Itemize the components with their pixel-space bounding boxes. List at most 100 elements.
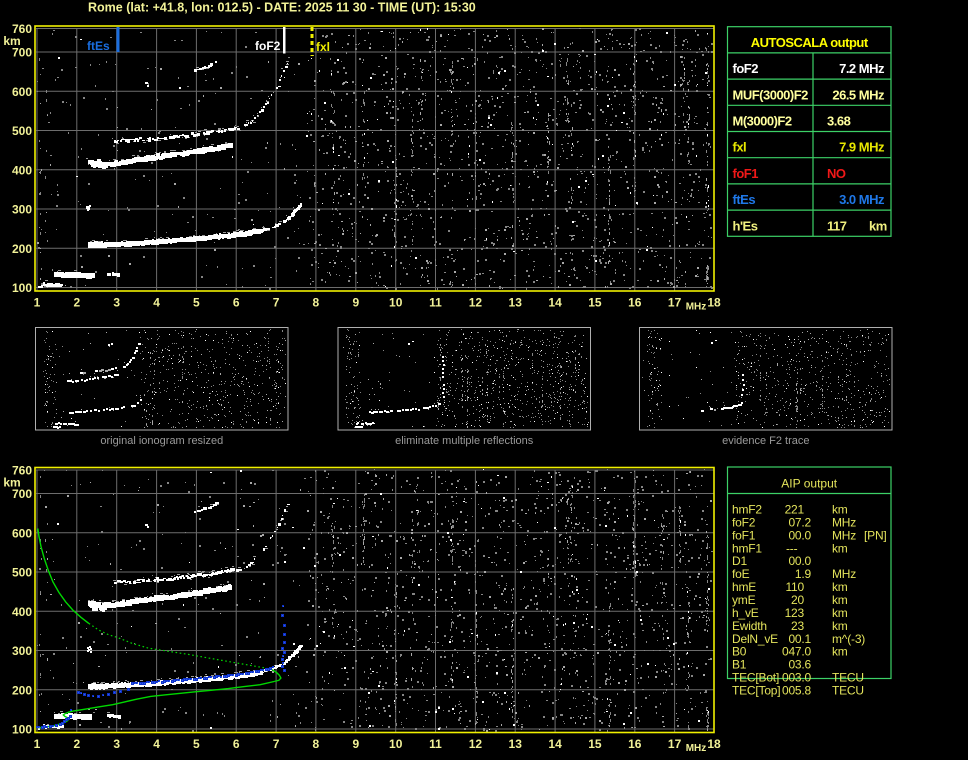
svg-text:eliminate multiple reflections: eliminate multiple reflections: [395, 435, 534, 447]
svg-text:14: 14: [548, 737, 562, 751]
svg-text:MUF(3000)F2: MUF(3000)F2: [733, 87, 809, 102]
svg-text:3: 3: [113, 737, 120, 751]
svg-text:500: 500: [12, 124, 32, 138]
svg-text:4: 4: [153, 296, 160, 310]
svg-text:ymE: ymE: [732, 593, 756, 607]
svg-text:12: 12: [469, 296, 483, 310]
svg-text:3.68: 3.68: [827, 114, 851, 129]
svg-text:km: km: [832, 645, 848, 659]
svg-text:9: 9: [352, 296, 359, 310]
svg-text:foF2: foF2: [733, 61, 759, 76]
svg-text:14: 14: [548, 296, 562, 310]
svg-text:[PN]: [PN]: [864, 528, 887, 542]
svg-text:AIP output: AIP output: [781, 477, 837, 491]
svg-text:hmF2: hmF2: [732, 503, 762, 517]
svg-text:ftEs: ftEs: [87, 39, 110, 53]
svg-text:18: 18: [707, 737, 721, 751]
svg-text:17: 17: [668, 737, 682, 751]
svg-text:km: km: [832, 593, 848, 607]
svg-text:foF2: foF2: [255, 39, 281, 53]
svg-text:ftEs: ftEs: [733, 192, 756, 207]
svg-text:km: km: [832, 606, 848, 620]
svg-text:7: 7: [273, 737, 280, 751]
svg-text:Rome (lat: +41.8, lon: 012.5): Rome (lat: +41.8, lon: 012.5) - DATE: 20…: [88, 1, 476, 15]
svg-text:9: 9: [352, 737, 359, 751]
svg-text:hmE: hmE: [732, 580, 756, 594]
svg-text:00.0: 00.0: [788, 528, 811, 542]
svg-text:h'Es: h'Es: [733, 218, 758, 233]
svg-text:TECU: TECU: [832, 684, 864, 698]
svg-text:M(3000)F2: M(3000)F2: [733, 114, 792, 129]
svg-text:km: km: [3, 475, 20, 489]
svg-text:300: 300: [12, 644, 32, 658]
svg-text:005.8: 005.8: [782, 684, 812, 698]
svg-text:km: km: [3, 34, 20, 48]
svg-text:h_vE: h_vE: [732, 606, 759, 620]
svg-text:foF2: foF2: [732, 515, 756, 529]
svg-text:evidence F2 trace: evidence F2 trace: [722, 435, 809, 447]
svg-text:400: 400: [12, 605, 32, 619]
svg-text:km: km: [832, 541, 848, 555]
svg-text:Ewidth: Ewidth: [732, 619, 767, 633]
svg-text:100: 100: [12, 281, 32, 295]
svg-text:00.1: 00.1: [788, 632, 811, 646]
svg-text:117: 117: [827, 218, 847, 233]
svg-text:221: 221: [785, 503, 805, 517]
svg-text:03.6: 03.6: [788, 658, 811, 672]
svg-text:15: 15: [588, 737, 602, 751]
svg-text:MHz: MHz: [686, 302, 707, 313]
svg-text:foF1: foF1: [732, 528, 756, 542]
svg-text:23: 23: [791, 619, 804, 633]
svg-text:26.5 MHz: 26.5 MHz: [832, 87, 885, 102]
svg-text:2: 2: [73, 737, 80, 751]
svg-text:10: 10: [389, 737, 403, 751]
svg-text:123: 123: [785, 606, 805, 620]
svg-text:1.9: 1.9: [795, 567, 812, 581]
svg-text:km: km: [832, 619, 848, 633]
svg-text:B0: B0: [732, 645, 747, 659]
svg-text:20: 20: [791, 593, 804, 607]
svg-text:fxl: fxl: [316, 40, 330, 54]
svg-text:5: 5: [193, 737, 200, 751]
svg-text:500: 500: [12, 566, 32, 580]
svg-text:AUTOSCALA output: AUTOSCALA output: [751, 35, 869, 50]
svg-text:400: 400: [12, 163, 32, 177]
svg-text:fxl: fxl: [733, 140, 747, 155]
svg-text:047.0: 047.0: [782, 645, 812, 659]
svg-text:200: 200: [12, 683, 32, 697]
svg-text:hmF1: hmF1: [732, 541, 762, 555]
svg-text:600: 600: [12, 85, 32, 99]
svg-text:11: 11: [429, 737, 442, 751]
svg-text:7.9 MHz: 7.9 MHz: [839, 140, 885, 155]
svg-text:8: 8: [313, 296, 320, 310]
svg-text:11: 11: [429, 296, 442, 310]
svg-text:10: 10: [389, 296, 403, 310]
svg-text:100: 100: [12, 723, 32, 737]
svg-text:2: 2: [73, 296, 80, 310]
svg-text:13: 13: [509, 296, 523, 310]
svg-text:003.0: 003.0: [782, 671, 812, 685]
svg-text:8: 8: [313, 737, 320, 751]
svg-text:16: 16: [628, 296, 642, 310]
svg-text:6: 6: [233, 296, 240, 310]
svg-text:MHz: MHz: [832, 515, 856, 529]
svg-text:7: 7: [273, 296, 280, 310]
svg-text:110: 110: [785, 580, 804, 594]
svg-text:original ionogram resized: original ionogram resized: [100, 435, 223, 447]
svg-text:km: km: [832, 580, 848, 594]
svg-text:300: 300: [12, 203, 32, 217]
svg-text:MHz: MHz: [686, 743, 707, 754]
svg-text:13: 13: [509, 737, 523, 751]
svg-text:DelN_vE: DelN_vE: [732, 632, 778, 646]
svg-text:18: 18: [707, 296, 721, 310]
svg-text:12: 12: [469, 737, 483, 751]
svg-text:foE: foE: [732, 567, 750, 581]
svg-text:TEC[Top]: TEC[Top]: [732, 684, 780, 698]
svg-text:600: 600: [12, 526, 32, 540]
svg-text:km: km: [832, 503, 848, 517]
svg-text:MHz: MHz: [832, 528, 856, 542]
svg-text:TEC[Bot]: TEC[Bot]: [732, 671, 779, 685]
svg-text:B1: B1: [732, 658, 747, 672]
svg-text:4: 4: [153, 737, 160, 751]
svg-text:TECU: TECU: [832, 671, 864, 685]
